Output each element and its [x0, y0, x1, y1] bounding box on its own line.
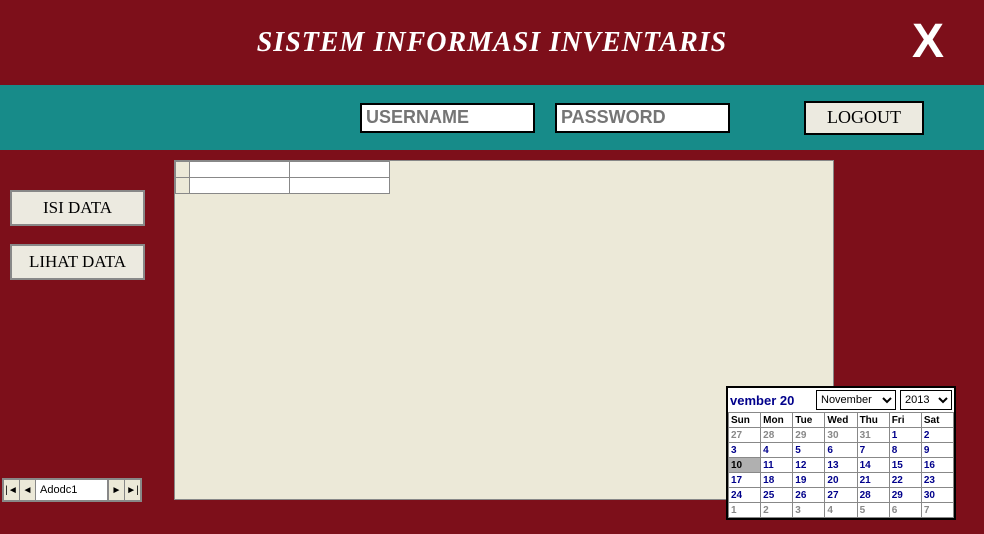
calendar-day-cell[interactable]: 6: [889, 503, 921, 518]
calendar-day-cell[interactable]: 27: [729, 428, 761, 443]
calendar-day-cell[interactable]: 1: [729, 503, 761, 518]
calendar-day-cell[interactable]: 30: [921, 488, 953, 503]
calendar-header: vember 20 November 2013: [728, 388, 954, 412]
calendar-title: vember 20: [730, 393, 812, 408]
calendar-day-cell[interactable]: 21: [857, 473, 889, 488]
sidebar: ISI DATA LIHAT DATA: [10, 190, 145, 298]
calendar-day-header: Fri: [889, 413, 921, 428]
header: SISTEM INFORMASI INVENTARIS X: [0, 0, 984, 85]
calendar-day-cell[interactable]: 10: [729, 458, 761, 473]
nav-first-icon[interactable]: |◄: [4, 480, 20, 500]
calendar-day-cell[interactable]: 5: [857, 503, 889, 518]
adodc-label: Adodc1: [36, 480, 108, 500]
calendar-day-cell[interactable]: 11: [761, 458, 793, 473]
calendar-day-cell[interactable]: 18: [761, 473, 793, 488]
calendar-day-cell[interactable]: 3: [793, 503, 825, 518]
calendar-day-cell[interactable]: 25: [761, 488, 793, 503]
calendar-day-cell[interactable]: 7: [857, 443, 889, 458]
adodc-nav: |◄ ◄ Adodc1 ► ►|: [2, 478, 142, 502]
logout-button[interactable]: LOGOUT: [804, 101, 924, 135]
calendar-grid: SunMonTueWedThuFriSat 272829303112345678…: [728, 412, 954, 518]
calendar-day-cell[interactable]: 7: [921, 503, 953, 518]
calendar-day-cell[interactable]: 2: [761, 503, 793, 518]
calendar-day-cell[interactable]: 5: [793, 443, 825, 458]
lihat-data-button[interactable]: LIHAT DATA: [10, 244, 145, 280]
isi-data-button[interactable]: ISI DATA: [10, 190, 145, 226]
calendar-day-cell[interactable]: 23: [921, 473, 953, 488]
calendar-day-cell[interactable]: 31: [857, 428, 889, 443]
calendar-day-cell[interactable]: 29: [793, 428, 825, 443]
calendar-day-cell[interactable]: 3: [729, 443, 761, 458]
calendar-day-cell[interactable]: 30: [825, 428, 857, 443]
calendar-day-cell[interactable]: 28: [761, 428, 793, 443]
calendar-day-cell[interactable]: 13: [825, 458, 857, 473]
username-input[interactable]: [360, 103, 535, 133]
calendar-day-cell[interactable]: 20: [825, 473, 857, 488]
toolbar: LOGOUT: [0, 85, 984, 150]
calendar-day-cell[interactable]: 14: [857, 458, 889, 473]
calendar-day-cell[interactable]: 15: [889, 458, 921, 473]
calendar-day-header: Tue: [793, 413, 825, 428]
calendar-day-header: Thu: [857, 413, 889, 428]
calendar-day-cell[interactable]: 9: [921, 443, 953, 458]
calendar-day-cell[interactable]: 16: [921, 458, 953, 473]
calendar-day-cell[interactable]: 29: [889, 488, 921, 503]
calendar-day-cell[interactable]: 6: [825, 443, 857, 458]
nav-next-icon[interactable]: ►: [108, 480, 124, 500]
calendar-day-header: Mon: [761, 413, 793, 428]
calendar-day-cell[interactable]: 1: [889, 428, 921, 443]
calendar-day-header: Sat: [921, 413, 953, 428]
calendar-day-cell[interactable]: 4: [761, 443, 793, 458]
nav-last-icon[interactable]: ►|: [124, 480, 140, 500]
calendar-day-cell[interactable]: 8: [889, 443, 921, 458]
calendar-widget: vember 20 November 2013 SunMonTueWedThuF…: [726, 386, 956, 520]
password-input[interactable]: [555, 103, 730, 133]
calendar-day-cell[interactable]: 12: [793, 458, 825, 473]
calendar-day-cell[interactable]: 4: [825, 503, 857, 518]
month-select[interactable]: November: [816, 390, 896, 410]
calendar-day-header: Wed: [825, 413, 857, 428]
data-grid[interactable]: [175, 161, 390, 194]
year-select[interactable]: 2013: [900, 390, 952, 410]
calendar-day-cell[interactable]: 27: [825, 488, 857, 503]
page-title: SISTEM INFORMASI INVENTARIS: [257, 27, 728, 59]
nav-prev-icon[interactable]: ◄: [20, 480, 36, 500]
calendar-day-header: Sun: [729, 413, 761, 428]
calendar-day-cell[interactable]: 22: [889, 473, 921, 488]
calendar-day-cell[interactable]: 19: [793, 473, 825, 488]
calendar-day-cell[interactable]: 28: [857, 488, 889, 503]
calendar-day-cell[interactable]: 26: [793, 488, 825, 503]
calendar-day-cell[interactable]: 17: [729, 473, 761, 488]
calendar-day-cell[interactable]: 24: [729, 488, 761, 503]
close-button[interactable]: X: [912, 18, 944, 66]
calendar-day-cell[interactable]: 2: [921, 428, 953, 443]
